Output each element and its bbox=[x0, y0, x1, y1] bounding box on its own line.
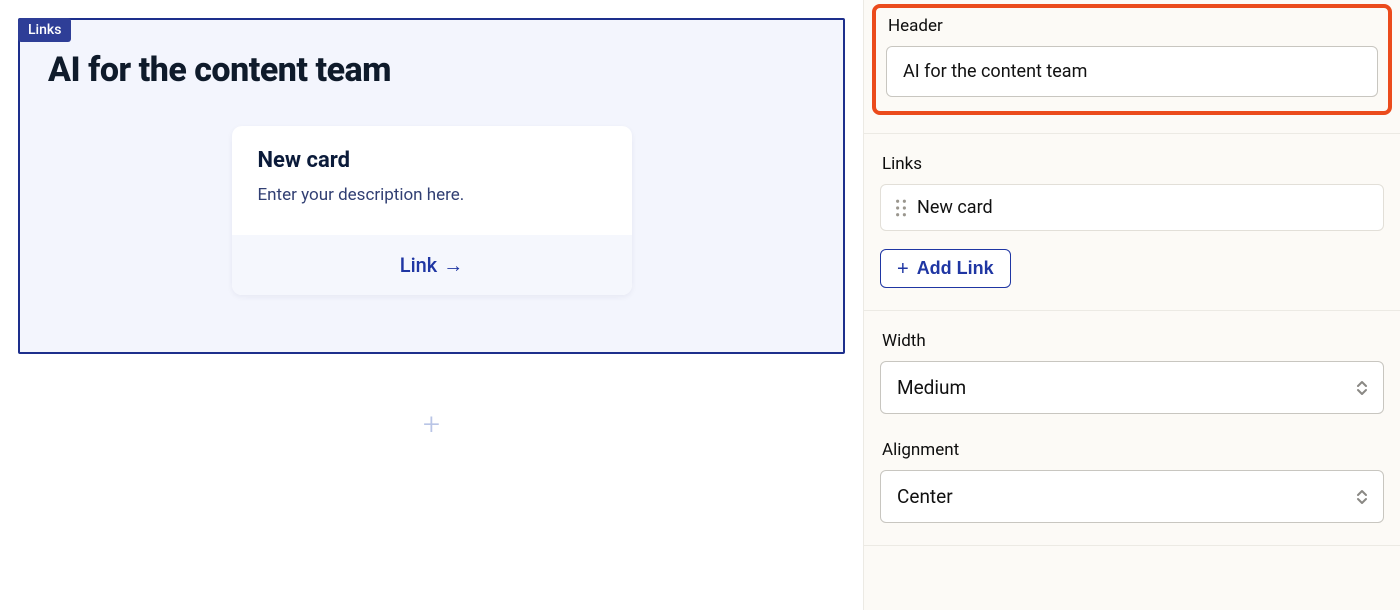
link-list-item[interactable]: New card bbox=[880, 184, 1384, 231]
card-title: New card bbox=[258, 148, 606, 173]
link-card[interactable]: New card Enter your description here. Li… bbox=[232, 126, 632, 295]
block-type-tag: Links bbox=[18, 18, 71, 42]
highlight-frame: Header bbox=[872, 4, 1392, 115]
drag-handle-icon[interactable] bbox=[895, 199, 907, 217]
sidebar-section-alignment: Alignment Center bbox=[864, 420, 1400, 546]
sidebar-section-header: Header bbox=[864, 4, 1400, 134]
card-link-button[interactable]: Link → bbox=[400, 253, 463, 277]
settings-sidebar: Header Links New card + Add Link Width M… bbox=[864, 0, 1400, 610]
card-body: New card Enter your description here. bbox=[232, 126, 632, 235]
card-description: Enter your description here. bbox=[258, 185, 606, 205]
add-block-button[interactable]: + bbox=[423, 410, 440, 440]
block-header: AI for the content team bbox=[48, 50, 821, 90]
sidebar-section-width: Width Medium bbox=[864, 311, 1400, 420]
arrow-right-icon: → bbox=[443, 255, 463, 275]
link-item-title: New card bbox=[917, 197, 993, 218]
plus-icon: + bbox=[423, 407, 440, 442]
card-link-label: Link bbox=[400, 253, 437, 277]
add-block-area: + bbox=[18, 410, 845, 440]
links-block[interactable]: Links AI for the content team New card E… bbox=[18, 18, 845, 354]
sidebar-section-links: Links New card + Add Link bbox=[864, 134, 1400, 311]
card-footer: Link → bbox=[232, 235, 632, 295]
header-field-label: Header bbox=[888, 16, 1378, 36]
alignment-select[interactable]: Center bbox=[880, 470, 1384, 523]
plus-icon: + bbox=[897, 259, 909, 279]
width-select[interactable]: Medium bbox=[880, 361, 1384, 414]
preview-pane: Links AI for the content team New card E… bbox=[0, 0, 864, 610]
header-input[interactable] bbox=[886, 46, 1378, 97]
add-link-button[interactable]: + Add Link bbox=[880, 249, 1011, 288]
links-field-label: Links bbox=[882, 154, 1384, 174]
card-wrapper: New card Enter your description here. Li… bbox=[42, 126, 821, 295]
alignment-field-label: Alignment bbox=[882, 440, 1384, 460]
width-field-label: Width bbox=[882, 331, 1384, 351]
add-link-label: Add Link bbox=[917, 258, 994, 279]
